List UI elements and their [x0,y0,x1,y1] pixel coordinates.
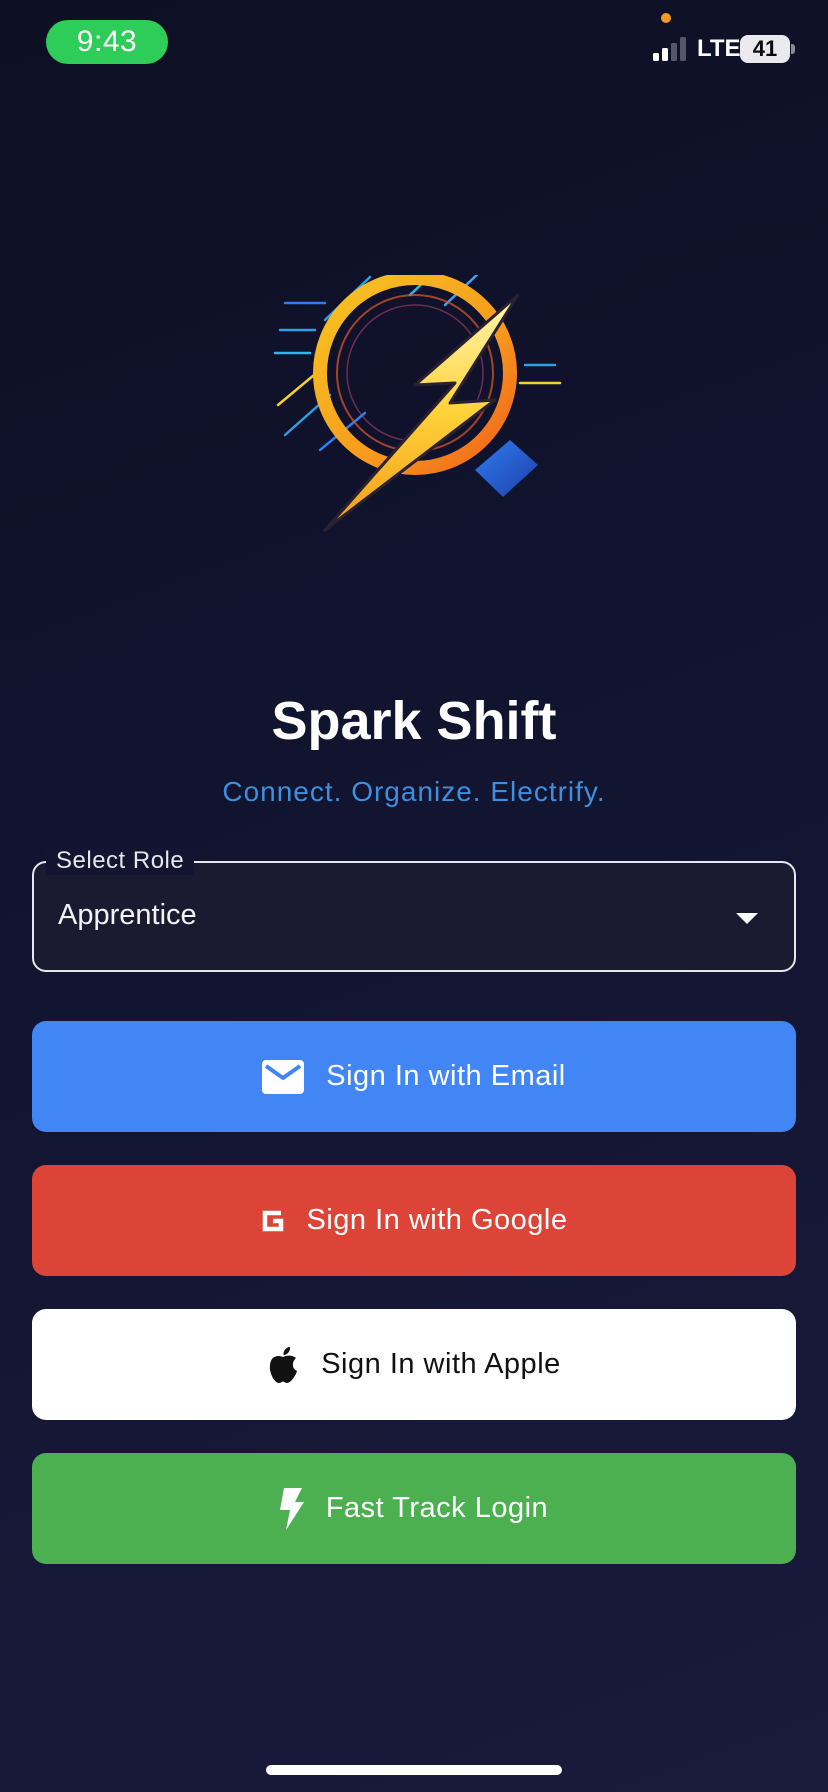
app-title: Spark Shift [271,691,557,751]
flash-icon [279,1487,304,1530]
battery-level: 41 [752,36,778,61]
dropdown-caret-icon [736,913,758,924]
lightning-bolt-logo [273,275,562,532]
google-icon [261,1209,285,1233]
fast-track-login-button[interactable]: Fast Track Login [32,1453,796,1564]
status-bar: 9:43 LTE 41 [0,0,828,90]
battery-cap [791,44,795,54]
sign-in-email-button[interactable]: Sign In with Email [32,1021,796,1132]
signal-icon [653,37,686,61]
sign-in-google-label: Sign In with Google [306,1204,568,1236]
network-type: LTE [697,35,741,62]
app-tagline: Connect. Organize. Electrify. [222,776,606,807]
sign-in-apple-button[interactable]: Sign In with Apple [32,1309,796,1420]
status-time: 9:43 [46,20,168,64]
role-select-label: Select Role [46,847,195,875]
privacy-indicator-dot [661,13,671,23]
battery-icon: 41 [740,35,790,63]
role-select-value: Apprentice [58,899,197,931]
fast-track-login-label: Fast Track Login [325,1492,549,1524]
apple-icon [267,1346,299,1384]
sign-in-email-label: Sign In with Email [326,1060,566,1092]
home-indicator[interactable] [266,1765,562,1775]
sign-in-google-button[interactable]: Sign In with Google [32,1165,796,1276]
sign-in-apple-label: Sign In with Apple [321,1348,561,1380]
mail-icon [262,1059,305,1094]
role-select[interactable]: Apprentice [32,861,796,972]
